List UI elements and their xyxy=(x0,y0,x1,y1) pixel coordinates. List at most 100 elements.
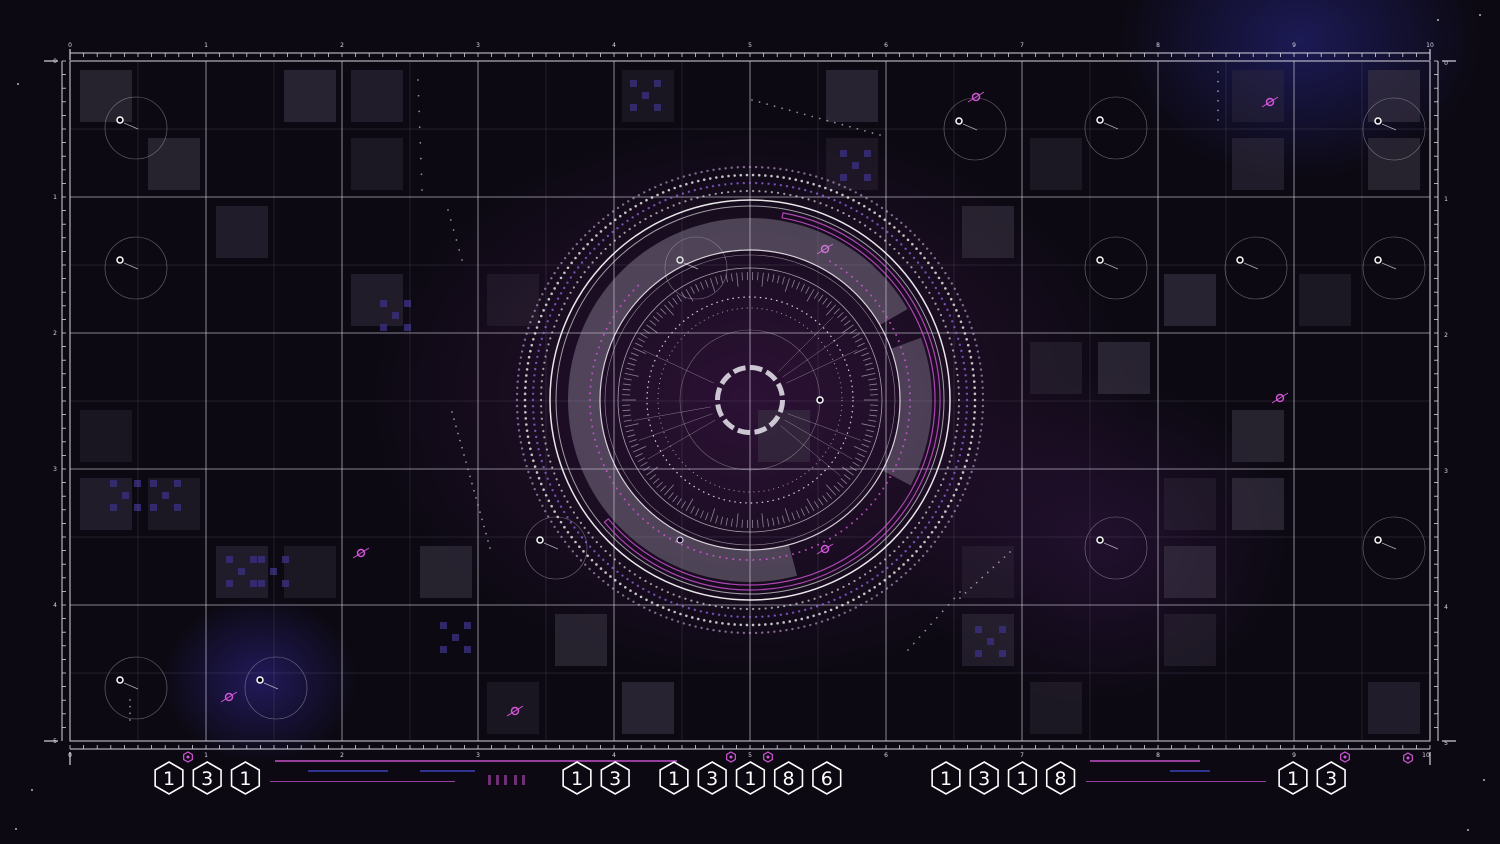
radar-halo-dot xyxy=(650,601,654,604)
radar-halo-dot xyxy=(946,308,949,312)
radar-halo-dot xyxy=(857,201,861,205)
radar-tick xyxy=(805,506,810,514)
trail-dot xyxy=(417,94,420,97)
radar-halo-dot xyxy=(588,545,592,548)
radar-halo-dot xyxy=(560,489,563,492)
radar-halo-dot xyxy=(629,208,632,211)
radar-tick xyxy=(676,294,682,302)
radar-halo-dot xyxy=(656,193,659,197)
radar-halo-dot xyxy=(961,355,964,359)
radar-halo-dot xyxy=(962,361,966,365)
radar-halo-dot xyxy=(588,567,591,571)
radar-halo-dot xyxy=(664,198,667,202)
radar-halo-dot xyxy=(944,510,947,513)
trail-dot xyxy=(1217,99,1219,102)
radar-halo-dot xyxy=(885,210,889,213)
radar-halo-dot xyxy=(818,612,821,616)
radar-halo-dot xyxy=(624,211,627,215)
radar-tick xyxy=(781,276,785,285)
radar-halo-dot xyxy=(634,204,638,208)
radar-halo-dot xyxy=(684,597,687,600)
radar-halo-dot xyxy=(602,238,605,242)
radar-halo-dot xyxy=(623,566,626,569)
radar-halo-dot xyxy=(754,631,758,635)
readout-bar-strip xyxy=(420,770,475,772)
reticle-dot xyxy=(1374,117,1382,125)
readout-bar-strip xyxy=(308,770,388,772)
radar-tick xyxy=(757,519,759,528)
radar-halo-dot xyxy=(953,471,956,475)
radar-halo-dot xyxy=(911,242,914,246)
scale-x-label: 8 xyxy=(1156,42,1160,49)
radar-halo-dot xyxy=(531,404,535,408)
radar-halo-dot xyxy=(579,559,583,562)
radar-halo-dot xyxy=(574,256,577,260)
radar-halo-dot xyxy=(687,607,691,610)
radar-halo-dot xyxy=(770,622,773,626)
radar-halo-dot xyxy=(540,459,543,463)
radar-halo-dot xyxy=(900,243,903,246)
radar-pink-dot xyxy=(900,346,903,349)
radar-halo-dot xyxy=(604,226,607,229)
radar-halo-dot xyxy=(937,308,940,311)
trail-dot xyxy=(1217,90,1219,93)
radar-pink-dot xyxy=(865,508,868,511)
readout-bar-strip xyxy=(1090,760,1200,762)
radar-halo-dot xyxy=(879,562,882,565)
hex-digit-value: 3 xyxy=(978,768,990,790)
radar-halo-dot xyxy=(575,242,579,246)
radar-halo-dot xyxy=(888,222,891,225)
radar-halo-dot xyxy=(837,183,841,186)
radar-halo-dot xyxy=(956,423,959,427)
radar-halo-dot xyxy=(606,213,610,217)
radar-tick xyxy=(822,297,828,305)
radar-halo-dot xyxy=(761,615,764,618)
radar-halo-dot xyxy=(557,483,561,487)
radar-halo-dot xyxy=(980,374,983,377)
radar-halo-dot xyxy=(917,238,921,241)
radar-halo-dot xyxy=(730,182,733,185)
trail-dot xyxy=(129,705,131,708)
radar-pink-dot xyxy=(592,365,595,368)
pixel-square xyxy=(630,104,637,111)
radar-halo-dot xyxy=(927,521,931,524)
radar-halo-dot xyxy=(937,505,941,508)
trail-dot xyxy=(751,99,753,101)
radar-halo-dot xyxy=(843,611,846,615)
radar-halo-dot xyxy=(684,200,687,203)
radar-tick xyxy=(806,498,815,512)
trail-dot xyxy=(479,511,481,514)
radar-pink-dot xyxy=(652,526,655,529)
reticle-dot xyxy=(1374,256,1382,264)
radar-tick xyxy=(837,312,844,319)
radar-halo-dot xyxy=(779,167,782,171)
radar-halo-dot xyxy=(897,230,901,233)
pixel-square xyxy=(122,492,129,499)
radar-halo-dot xyxy=(953,287,956,291)
radar-halo-dot xyxy=(681,192,685,195)
radar-halo-dot xyxy=(886,566,889,570)
radar-pink-dot xyxy=(647,522,650,525)
radar-halo-dot xyxy=(583,271,586,274)
radar-halo-dot xyxy=(946,331,949,334)
radar-halo-dot xyxy=(591,261,594,264)
radar-halo-dot xyxy=(576,516,579,519)
radar-halo-dot xyxy=(885,587,889,590)
hex-digit-value: 6 xyxy=(821,768,833,790)
radar-halo-dot xyxy=(948,460,951,463)
radar-halo-dot xyxy=(881,570,884,574)
scale-x-label: 3 xyxy=(476,42,480,49)
radar-halo-dot xyxy=(542,309,545,312)
radar-halo-dot xyxy=(919,251,922,255)
radar-halo-dot xyxy=(715,176,718,179)
radar-halo-dot xyxy=(893,549,896,553)
trail-dot xyxy=(1009,551,1011,553)
radar-halo-dot xyxy=(862,204,866,208)
radar-pink-dot xyxy=(882,310,885,313)
pixel-square xyxy=(987,638,994,645)
radar-tick xyxy=(622,409,631,412)
radar-halo-dot xyxy=(639,576,642,579)
radar-halo-dot xyxy=(730,166,733,169)
radar-halo-dot xyxy=(807,599,810,602)
scale-x-label: 3 xyxy=(476,752,480,759)
